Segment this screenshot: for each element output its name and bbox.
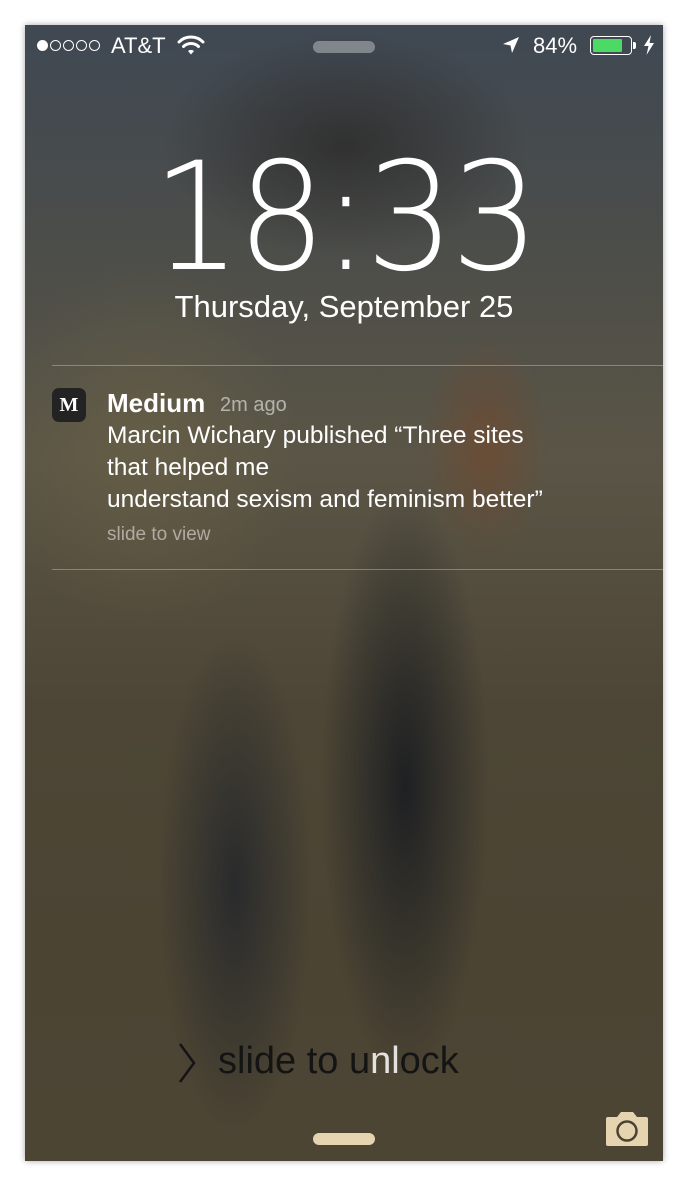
battery-nub — [633, 42, 636, 49]
signal-dot — [63, 40, 74, 51]
notification-message: Marcin Wichary published “Three sites th… — [107, 422, 543, 513]
status-bar: AT&T 84% — [25, 25, 663, 69]
notification-center-grabber[interactable] — [313, 41, 375, 53]
battery-icon — [590, 36, 636, 55]
notification-divider-top — [52, 365, 663, 366]
signal-strength-icon — [37, 40, 100, 51]
battery-level — [593, 39, 622, 52]
unlock-label-shine: nl — [370, 1040, 400, 1082]
notification-time: 2m ago — [220, 394, 287, 416]
slide-to-unlock-label: slide to unlock — [218, 1040, 459, 1083]
control-center-grabber[interactable] — [313, 1133, 375, 1145]
charging-bolt-icon — [644, 35, 654, 55]
camera-icon[interactable] — [603, 1110, 651, 1148]
location-arrow-icon — [503, 37, 519, 53]
battery-percent: 84% — [533, 33, 578, 58]
signal-dot — [37, 40, 48, 51]
chevron-right-icon — [178, 1043, 196, 1083]
lock-date: Thursday, September 25 — [174, 289, 514, 324]
signal-dot — [50, 40, 61, 51]
wifi-icon — [177, 35, 205, 55]
signal-dot — [89, 40, 100, 51]
signal-dot — [76, 40, 87, 51]
medium-app-icon: M — [52, 388, 86, 422]
unlock-label-part: slide to u — [218, 1040, 371, 1082]
notification-app-name: Medium — [107, 388, 206, 418]
carrier-name: AT&T — [111, 33, 166, 58]
notification-slide-hint: slide to view — [107, 524, 211, 545]
notification-divider-bottom — [52, 569, 663, 570]
lock-screen: AT&T 84% 18:33 Thursday, September 25 M … — [25, 25, 663, 1161]
unlock-label-part: ock — [399, 1040, 459, 1082]
lock-clock: 18:33 — [152, 131, 539, 305]
